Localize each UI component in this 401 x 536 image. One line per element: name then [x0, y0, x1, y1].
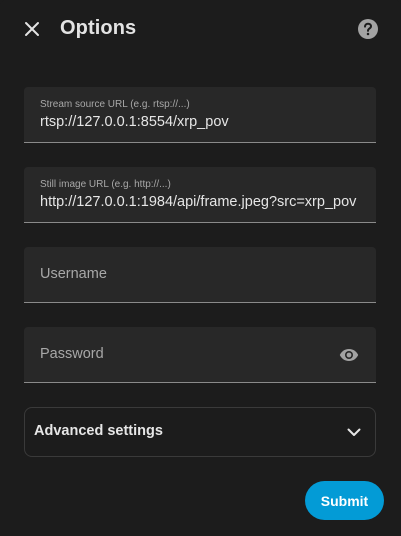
stream-source-url-label: Stream source URL (e.g. rtsp://...) [40, 99, 190, 110]
dialog-header: Options [0, 0, 401, 58]
advanced-settings-expander[interactable]: Advanced settings [24, 407, 376, 457]
username-field[interactable]: Username [24, 247, 376, 303]
advanced-settings-label: Advanced settings [34, 423, 163, 439]
close-icon [25, 22, 39, 36]
stream-source-url-value[interactable]: rtsp://127.0.0.1:8554/xrp_pov [40, 114, 229, 130]
help-button[interactable] [356, 17, 380, 41]
still-image-url-value[interactable]: http://127.0.0.1:1984/api/frame.jpeg?src… [40, 194, 356, 210]
options-dialog: Options Stream source URL (e.g. rtsp://.… [0, 0, 401, 536]
dialog-title: Options [60, 17, 137, 39]
toggle-password-visibility-button[interactable] [338, 344, 360, 366]
submit-button[interactable]: Submit [305, 481, 384, 520]
still-image-url-field[interactable]: Still image URL (e.g. http://...) http:/… [24, 167, 376, 223]
help-circle-icon [358, 19, 378, 39]
password-placeholder: Password [40, 346, 104, 362]
close-button[interactable] [18, 15, 46, 43]
stream-source-url-field[interactable]: Stream source URL (e.g. rtsp://...) rtsp… [24, 87, 376, 143]
chevron-down-icon [345, 423, 363, 441]
still-image-url-label: Still image URL (e.g. http://...) [40, 179, 171, 190]
eye-icon [339, 349, 359, 361]
password-field[interactable]: Password [24, 327, 376, 383]
username-placeholder: Username [40, 266, 107, 282]
